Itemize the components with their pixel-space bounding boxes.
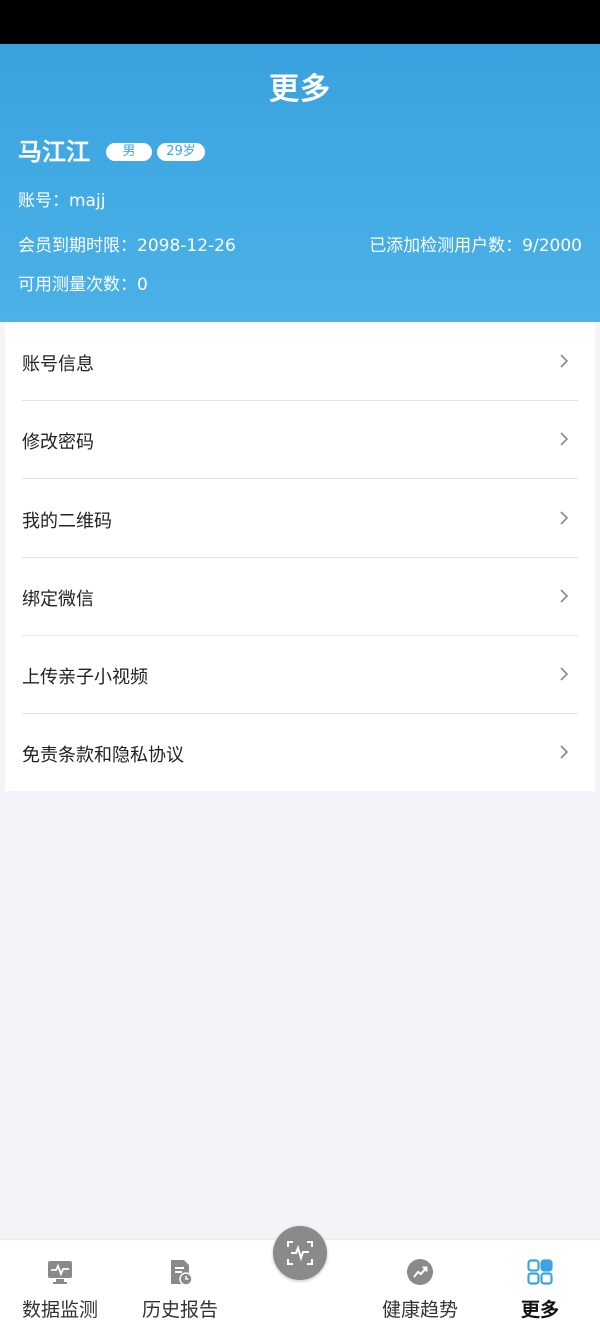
menu-item-upload-video[interactable]: 上传亲子小视频 (22, 635, 578, 714)
menu-item-change-password[interactable]: 修改密码 (22, 400, 578, 479)
nav-item-more[interactable]: 更多 (480, 1240, 600, 1334)
account-text: 账号：majj (18, 191, 106, 211)
menu-item-label: 上传亲子小视频 (22, 667, 148, 688)
chevron-right-icon (560, 745, 569, 759)
settings-menu: 账号信息 修改密码 我的二维码 绑定微信 上传亲子小视频 免责条款和隐私协议 (5, 322, 595, 791)
trend-icon (407, 1259, 433, 1285)
menu-item-label: 账号信息 (22, 354, 94, 375)
nav-item-label: 健康趋势 (381, 1299, 458, 1321)
profile-header: 更多 马江江 男 29岁 账号：majj 会员到期时限：2098-12-26 已… (0, 44, 600, 322)
age-badge: 29岁 (157, 143, 205, 161)
nav-item-label: 数据监测 (21, 1299, 98, 1321)
menu-item-qr-code[interactable]: 我的二维码 (22, 479, 578, 558)
nav-item-history-report[interactable]: 历史报告 (120, 1240, 240, 1334)
nav-item-label: 更多 (520, 1299, 559, 1321)
grid-icon (527, 1259, 553, 1285)
added-users-text: 已添加检测用户数：9/2000 (369, 236, 582, 256)
nav-item-data-monitoring[interactable]: 数据监测 (0, 1240, 120, 1334)
status-bar (0, 0, 600, 44)
user-name: 马江江 (18, 138, 90, 166)
available-measurements-text: 可用测量次数：0 (18, 275, 148, 295)
scan-pulse-icon (287, 1241, 313, 1265)
nav-item-health-trend[interactable]: 健康趋势 (360, 1240, 480, 1334)
chevron-right-icon (560, 511, 569, 525)
chevron-right-icon (560, 589, 569, 603)
menu-item-label: 修改密码 (22, 432, 94, 453)
menu-item-privacy-agreement[interactable]: 免责条款和隐私协议 (22, 713, 578, 791)
gender-badge: 男 (106, 143, 152, 161)
chevron-right-icon (560, 667, 569, 681)
chevron-right-icon (560, 432, 569, 446)
nav-item-label: 历史报告 (141, 1299, 218, 1321)
chevron-right-icon (560, 354, 569, 368)
menu-item-account-info[interactable]: 账号信息 (22, 322, 578, 401)
membership-expire-text: 会员到期时限：2098-12-26 (18, 236, 236, 256)
page-title: 更多 (269, 72, 331, 107)
menu-item-bind-wechat[interactable]: 绑定微信 (22, 557, 578, 636)
menu-item-label: 免责条款和隐私协议 (22, 745, 184, 766)
menu-item-label: 我的二维码 (22, 511, 112, 532)
menu-item-label: 绑定微信 (22, 589, 94, 610)
report-icon (171, 1260, 193, 1286)
center-scan-button[interactable] (273, 1226, 327, 1280)
monitor-icon (48, 1261, 72, 1284)
